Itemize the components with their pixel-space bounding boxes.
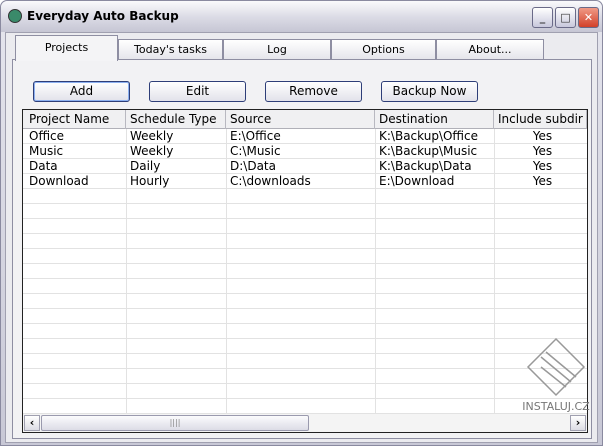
table-cell: Data [29,159,58,173]
grid-line [494,129,495,414]
table-row[interactable] [23,354,587,369]
table-cell: K:\Backup\Music [379,144,478,158]
tab-log[interactable]: Log [223,39,331,60]
watermark: INSTALUJ.CZ [516,337,596,437]
table-cell: D:\Data [230,159,276,173]
backup-now-button[interactable]: Backup Now [381,81,478,102]
table-row[interactable] [23,189,587,204]
table-row[interactable]: Download Hourly C:\downloads E:\Download Yes [23,174,587,189]
table-cell: C:\downloads [230,174,311,188]
table-row[interactable] [23,294,587,309]
tab-about[interactable]: About... [436,39,544,60]
remove-button[interactable]: Remove [265,81,362,102]
grid-line [375,129,376,414]
table-cell: C:\Music [230,144,281,158]
table-row[interactable]: Data Daily D:\Data K:\Backup\Data Yes [23,159,587,174]
app-window: Everyday Auto Backup _ □ ✕ Projects Toda… [0,0,603,446]
column-header-schedule-type[interactable]: Schedule Type [126,110,226,129]
projects-list[interactable]: Project Name Schedule Type Source Destin… [22,109,588,433]
projects-panel: Add Edit Remove Backup Now Project Name … [12,59,592,439]
minimize-button[interactable]: _ [532,7,553,28]
table-cell: Yes [532,144,553,158]
table-cell: K:\Backup\Data [379,159,472,173]
table-row[interactable] [23,339,587,354]
table-cell: Yes [532,129,553,143]
table-cell: Hourly [130,174,170,188]
table-row[interactable] [23,369,587,384]
grid-line [226,129,227,414]
title-bar[interactable]: Everyday Auto Backup _ □ ✕ [1,1,602,32]
table-row[interactable] [23,324,587,339]
app-icon [8,9,22,23]
scrollbar-thumb[interactable]: |||| [41,415,309,431]
table-cell: Daily [130,159,161,173]
table-cell: Weekly [130,144,174,158]
grid-line [126,129,127,414]
table-row[interactable] [23,249,587,264]
table-cell: Yes [532,174,553,188]
column-header-include-subdir[interactable]: Include subdir [494,110,587,129]
horizontal-scrollbar[interactable]: ‹ |||| › [23,414,587,432]
tab-options[interactable]: Options [331,39,436,60]
table-cell: Weekly [130,129,174,143]
table-row[interactable] [23,234,587,249]
table-row[interactable] [23,279,587,294]
list-header: Project Name Schedule Type Source Destin… [23,110,587,129]
table-cell: Music [29,144,64,158]
close-button[interactable]: ✕ [578,7,599,28]
column-header-project-name[interactable]: Project Name [25,110,126,129]
table-cell: K:\Backup\Office [379,129,479,143]
watermark-text: INSTALUJ.CZ [522,400,590,413]
table-row[interactable] [23,384,587,399]
scroll-left-button[interactable]: ‹ [24,415,40,431]
table-row[interactable] [23,399,587,414]
table-row[interactable] [23,264,587,279]
column-header-destination[interactable]: Destination [375,110,494,129]
maximize-button[interactable]: □ [555,7,576,28]
table-cell: Download [29,174,89,188]
table-row[interactable] [23,309,587,324]
table-cell: Office [29,129,65,143]
table-row[interactable]: Office Weekly E:\Office K:\Backup\Office Yes [23,129,587,144]
table-row[interactable]: Music Weekly C:\Music K:\Backup\Music Yes [23,144,587,159]
table-row[interactable] [23,219,587,234]
edit-button[interactable]: Edit [149,81,246,102]
tab-projects[interactable]: Projects [15,35,118,61]
window-title: Everyday Auto Backup [27,9,179,23]
client-area: Projects Today's tasks Log Options About… [5,32,598,443]
table-cell: E:\Download [379,174,455,188]
column-header-source[interactable]: Source [226,110,375,129]
add-button[interactable]: Add [33,81,130,102]
table-row[interactable] [23,204,587,219]
table-cell: Yes [532,159,553,173]
table-cell: E:\Office [230,129,281,143]
watermark-logo-icon [526,337,586,397]
tab-todays-tasks[interactable]: Today's tasks [118,39,223,60]
